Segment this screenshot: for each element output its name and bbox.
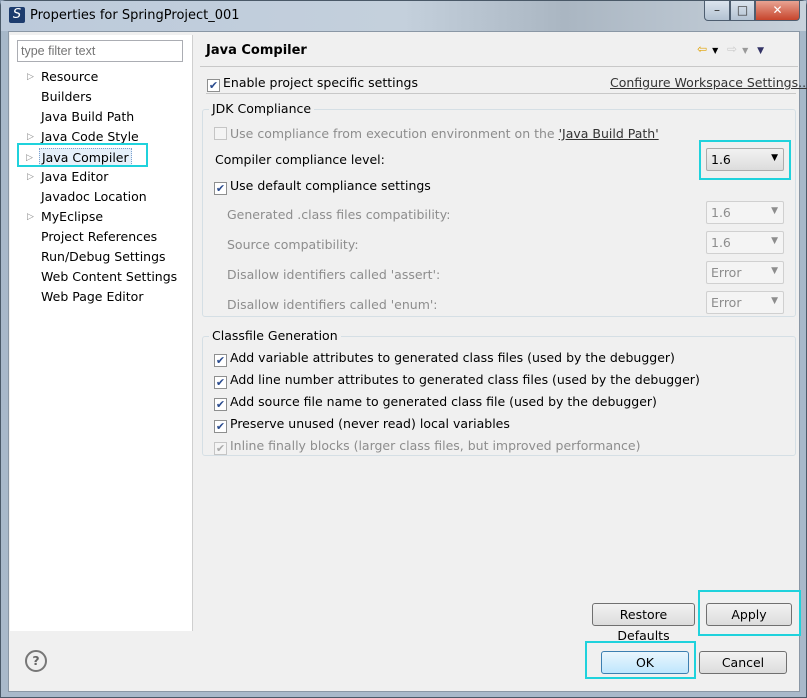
label: Preserve unused (never read) local varia…	[230, 416, 510, 431]
chevron-down-icon: ▼	[771, 266, 778, 276]
value: Error	[711, 295, 742, 310]
java-build-path-link[interactable]: 'Java Build Path'	[559, 126, 659, 141]
use-default-compliance[interactable]: ✔ Use default compliance settings	[214, 178, 431, 195]
highlight-java-compiler	[17, 143, 148, 167]
sidebar-item-label: Resource	[41, 69, 99, 84]
checkbox[interactable]: ✔	[214, 354, 227, 367]
sidebar: ▷ Resource Builders Java Build Path ▷ Java Co…	[10, 35, 193, 631]
group-label: Classfile Generation	[209, 328, 341, 343]
page-title: Java Compiler	[206, 43, 307, 58]
checkbox[interactable]	[214, 127, 227, 140]
highlight-apply	[698, 590, 801, 636]
sidebar-item-web-page-editor[interactable]: Web Page Editor	[41, 288, 143, 306]
history-nav: ⇦ ▼ ⇨ ▼ ▼	[697, 42, 764, 56]
classfile-option[interactable]: ✔ Inline finally blocks (larger class fil…	[214, 438, 641, 455]
compliance-setting-label: Disallow identifiers called 'enum':	[227, 297, 438, 312]
compliance-setting-select[interactable]: 1.6 ▼	[706, 231, 784, 254]
preference-page: Java Compiler ⇦ ▼ ⇨ ▼ ▼ ✔ Enable project sp…	[194, 35, 807, 643]
minimize-button[interactable]: –	[704, 1, 730, 21]
label: Add line number attributes to generated …	[230, 372, 700, 387]
compliance-setting-select[interactable]: 1.6 ▼	[706, 201, 784, 224]
label: Use compliance from execution environmen…	[230, 126, 559, 141]
sidebar-item-resource[interactable]: ▷ Resource	[27, 68, 99, 86]
sidebar-item-label: Project References	[41, 229, 158, 244]
highlight-ok	[585, 641, 696, 679]
eclipse-icon: S	[9, 7, 25, 23]
label: Add source file name to generated class …	[230, 394, 657, 409]
compliance-setting-label: Disallow identifiers called 'assert':	[227, 267, 441, 282]
group-label: JDK Compliance	[209, 101, 315, 116]
enable-project-settings[interactable]: ✔ Enable project specific settings	[207, 75, 418, 92]
compliance-setting-select[interactable]: Error ▼	[706, 261, 784, 284]
chevron-down-icon: ▼	[771, 296, 778, 306]
sidebar-item-label: Javadoc Location	[41, 189, 147, 204]
back-icon[interactable]: ⇦	[697, 42, 707, 56]
label: Enable project specific settings	[223, 75, 418, 90]
compliance-setting-label: Generated .class files compatibility:	[227, 207, 451, 222]
classfile-option[interactable]: ✔ Add variable attributes to generated cl…	[214, 350, 675, 367]
value: 1.6	[711, 205, 731, 220]
checkbox[interactable]: ✔	[214, 420, 227, 433]
sidebar-item-java-build-path[interactable]: Java Build Path	[41, 108, 134, 126]
dialog-client: ▷ Resource Builders Java Build Path ▷ Java Co…	[8, 31, 807, 692]
value: 1.6	[711, 235, 731, 250]
checkbox[interactable]: ✔	[214, 376, 227, 389]
sidebar-item-web-content-settings[interactable]: Web Content Settings	[41, 268, 177, 286]
expand-icon[interactable]: ▷	[27, 168, 34, 186]
sidebar-item-label: Java Build Path	[41, 109, 135, 124]
checkbox[interactable]: ✔	[214, 182, 227, 195]
sidebar-item-myeclipse[interactable]: ▷ MyEclipse	[27, 208, 104, 226]
sidebar-item-label: Builders	[41, 89, 92, 104]
properties-dialog: S Properties for SpringProject_001 – □ ✕…	[0, 0, 807, 698]
classfile-option[interactable]: ✔ Add line number attributes to generated…	[214, 372, 700, 389]
label: Use default compliance settings	[230, 178, 431, 193]
forward-menu-icon[interactable]: ▼	[742, 46, 748, 55]
checkbox[interactable]: ✔	[207, 79, 220, 92]
close-button[interactable]: ✕	[755, 1, 800, 21]
forward-icon[interactable]: ⇨	[727, 42, 737, 56]
label: Inline finally blocks (larger class file…	[230, 438, 641, 453]
sidebar-item-label: MyEclipse	[41, 209, 104, 224]
back-menu-icon[interactable]: ▼	[712, 46, 718, 55]
sidebar-item-label: Web Content Settings	[41, 269, 178, 284]
sidebar-item-label: Web Page Editor	[41, 289, 144, 304]
filter-input[interactable]	[17, 40, 183, 62]
configure-workspace-link[interactable]: Configure Workspace Settings...	[610, 75, 807, 90]
value: Error	[711, 265, 742, 280]
sidebar-item-java-editor[interactable]: ▷ Java Editor	[27, 168, 109, 186]
compliance-setting-select[interactable]: Error ▼	[706, 291, 784, 314]
classfile-option[interactable]: ✔ Add source file name to generated class…	[214, 394, 657, 411]
sidebar-item-label: Java Editor	[41, 169, 109, 184]
checkbox[interactable]: ✔	[214, 398, 227, 411]
chevron-down-icon: ▼	[771, 236, 778, 246]
sidebar-item-label: Run/Debug Settings	[41, 249, 166, 264]
sidebar-item-javadoc-location[interactable]: Javadoc Location	[41, 188, 147, 206]
compliance-setting-label: Source compatibility:	[227, 237, 359, 252]
highlight-compliance	[699, 140, 791, 180]
maximize-button[interactable]: □	[730, 1, 755, 21]
restore-defaults-button[interactable]: Restore Defaults	[592, 603, 695, 643]
sidebar-item-project-references[interactable]: Project References	[41, 228, 157, 246]
view-menu-icon[interactable]: ▼	[757, 46, 764, 56]
use-ee-compliance[interactable]: Use compliance from execution environmen…	[214, 126, 659, 141]
window-title: Properties for SpringProject_001	[30, 8, 240, 23]
expand-icon[interactable]: ▷	[27, 208, 34, 226]
title-bar[interactable]: S Properties for SpringProject_001 – □ ✕	[1, 1, 806, 31]
cancel-button[interactable]: Cancel	[699, 651, 787, 674]
checkbox[interactable]: ✔	[214, 442, 227, 455]
compliance-level-label: Compiler compliance level:	[215, 152, 385, 167]
help-icon[interactable]: ?	[25, 650, 47, 672]
label: Add variable attributes to generated cla…	[230, 350, 675, 365]
classfile-option[interactable]: ✔ Preserve unused (never read) local vari…	[214, 416, 510, 433]
sidebar-item-run-debug-settings[interactable]: Run/Debug Settings	[41, 248, 166, 266]
sidebar-item-label: Java Code Style	[41, 129, 139, 144]
chevron-down-icon: ▼	[771, 206, 778, 216]
sidebar-item-builders[interactable]: Builders	[41, 88, 92, 106]
expand-icon[interactable]: ▷	[27, 68, 34, 86]
